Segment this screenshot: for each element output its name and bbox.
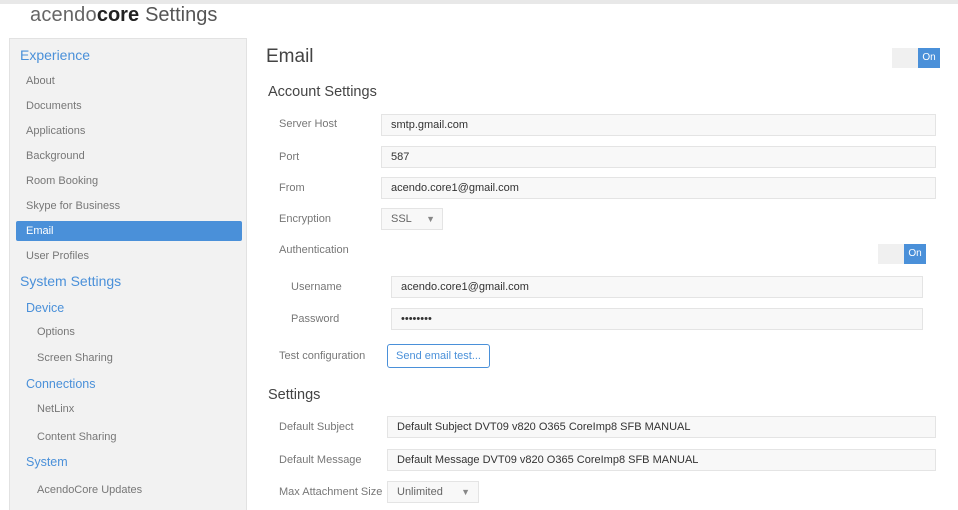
toggle-on-label: On: [918, 48, 940, 68]
encryption-select-value: SSL: [391, 213, 412, 225]
page-title: Email: [266, 46, 314, 67]
main-panel: Email On Account Settings Server Host sm…: [258, 38, 948, 510]
sidebar-item-options[interactable]: Options: [10, 322, 240, 342]
max-attachment-size-value: Unlimited: [397, 486, 443, 498]
server-host-input[interactable]: smtp.gmail.com: [381, 114, 936, 136]
chevron-down-icon: ▼: [426, 214, 435, 224]
default-message-input[interactable]: Default Message DVT09 v820 O365 CoreImp8…: [387, 449, 936, 471]
sidebar-item-netlinx[interactable]: NetLinx: [10, 399, 240, 419]
default-subject-input[interactable]: Default Subject DVT09 v820 O365 CoreImp8…: [387, 416, 936, 438]
sidebar-item-background[interactable]: Background: [10, 146, 240, 166]
port-label: Port: [279, 151, 300, 163]
default-subject-label: Default Subject: [279, 421, 354, 433]
from-label: From: [279, 182, 305, 194]
sidebar: Experience About Documents Applications …: [9, 38, 247, 510]
send-email-test-button[interactable]: Send email test...: [387, 344, 490, 368]
sidebar-item-screen-sharing[interactable]: Screen Sharing: [10, 348, 240, 368]
sidebar-subheading-device[interactable]: Device: [10, 301, 248, 315]
sidebar-item-acendocore-updates[interactable]: AcendoCore Updates: [10, 480, 240, 500]
sidebar-item-applications[interactable]: Applications: [10, 121, 240, 141]
sidebar-item-about[interactable]: About: [10, 71, 240, 91]
brand-logo-bold: core: [96, 4, 140, 26]
username-label: Username: [291, 281, 342, 293]
max-attachment-size-label: Max Attachment Size: [279, 486, 383, 498]
username-input[interactable]: acendo.core1@gmail.com: [391, 276, 923, 298]
authentication-label: Authentication: [279, 244, 349, 256]
sidebar-subheading-connections[interactable]: Connections: [10, 377, 248, 391]
encryption-select[interactable]: SSL ▼: [381, 208, 443, 230]
chevron-down-icon: ▼: [461, 487, 470, 497]
app-title: acendo core Settings: [30, 4, 217, 32]
port-input[interactable]: 587: [381, 146, 936, 168]
server-host-label: Server Host: [279, 118, 338, 130]
default-message-label: Default Message: [279, 454, 362, 466]
app-title-suffix: Settings: [145, 4, 218, 26]
sidebar-subheading-system[interactable]: System: [10, 455, 248, 469]
email-enable-toggle[interactable]: On: [892, 48, 940, 68]
sidebar-item-content-sharing[interactable]: Content Sharing: [10, 427, 240, 447]
sidebar-item-user-profiles[interactable]: User Profiles: [10, 246, 240, 266]
sidebar-item-email[interactable]: Email: [16, 221, 242, 241]
encryption-label: Encryption: [279, 213, 331, 225]
sidebar-item-documents[interactable]: Documents: [10, 96, 240, 116]
brand-logo-light: acendo: [30, 4, 97, 26]
sidebar-heading-system-settings[interactable]: System Settings: [10, 273, 248, 289]
sidebar-item-skype-for-business[interactable]: Skype for Business: [10, 196, 240, 216]
password-input[interactable]: ••••••••: [391, 308, 923, 330]
settings-heading: Settings: [268, 387, 321, 403]
sidebar-heading-experience[interactable]: Experience: [10, 47, 248, 63]
from-input[interactable]: acendo.core1@gmail.com: [381, 177, 936, 199]
sidebar-item-room-booking[interactable]: Room Booking: [10, 171, 240, 191]
account-settings-heading: Account Settings: [268, 84, 377, 100]
test-configuration-label: Test configuration: [279, 350, 366, 362]
toggle-off-segment: [878, 244, 904, 264]
toggle-on-label: On: [904, 244, 926, 264]
max-attachment-size-select[interactable]: Unlimited ▼: [387, 481, 479, 503]
authentication-toggle[interactable]: On: [878, 244, 926, 264]
toggle-off-segment: [892, 48, 918, 68]
password-label: Password: [291, 313, 340, 325]
